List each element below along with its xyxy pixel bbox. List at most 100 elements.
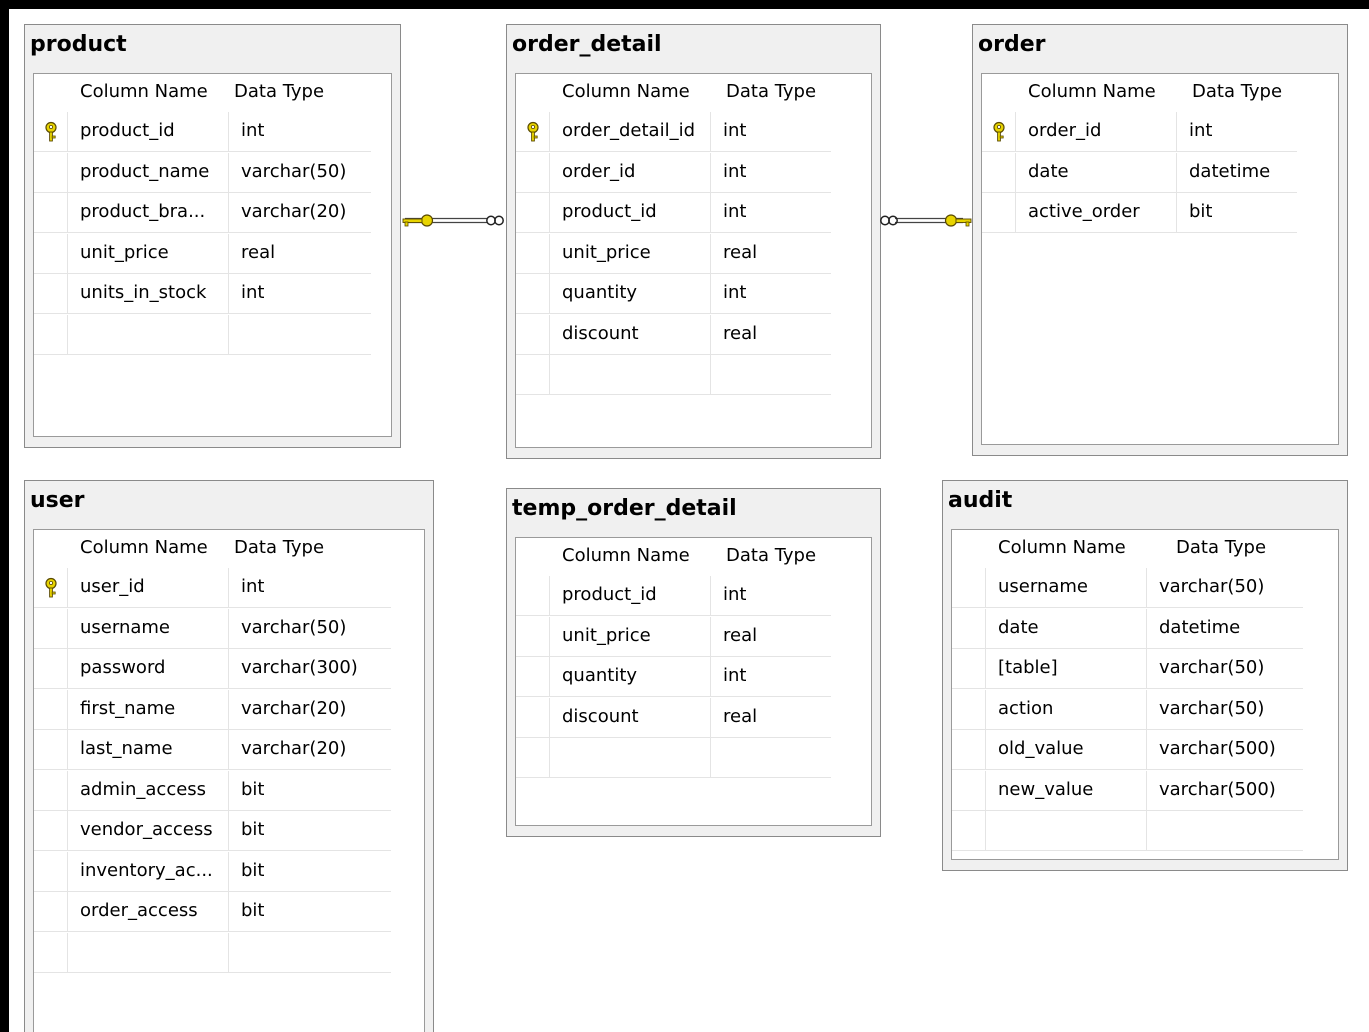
column-name-cell[interactable]: unit_price — [68, 233, 229, 273]
column-name-cell[interactable]: date — [986, 608, 1147, 648]
column-row[interactable] — [34, 932, 391, 973]
table-temp-order-detail[interactable]: temp_order_detail Column Name Data Type pr… — [506, 488, 881, 837]
row-selector[interactable] — [516, 355, 550, 394]
row-selector[interactable] — [34, 193, 68, 232]
column-name-cell[interactable] — [68, 932, 229, 972]
data-type-cell[interactable]: int — [711, 193, 831, 232]
row-selector[interactable] — [34, 608, 68, 648]
column-row[interactable]: units_in_stock int — [34, 274, 371, 314]
row-selector[interactable] — [516, 657, 550, 696]
data-type-cell[interactable]: varchar(20) — [229, 730, 391, 769]
row-selector[interactable] — [34, 568, 68, 607]
column-row[interactable]: old_value varchar(500) — [952, 730, 1303, 770]
column-row[interactable]: discount real — [516, 314, 831, 355]
column-name-cell[interactable]: username — [986, 568, 1147, 607]
row-selector[interactable] — [952, 811, 986, 850]
data-type-cell[interactable] — [711, 738, 831, 777]
data-type-cell[interactable]: int — [711, 274, 831, 313]
table-product[interactable]: product Column Name Data Type product_id in… — [24, 24, 401, 448]
column-name-cell[interactable]: product_bra... — [68, 193, 229, 232]
column-row[interactable]: vendor_access bit — [34, 811, 391, 851]
column-name-cell[interactable]: discount — [550, 697, 711, 737]
row-selector[interactable] — [982, 193, 1016, 232]
column-name-cell[interactable]: order_detail_id — [550, 112, 711, 151]
data-type-cell[interactable]: int — [711, 112, 831, 151]
column-row[interactable]: inventory_ac... bit — [34, 851, 391, 892]
column-row[interactable]: order_id int — [982, 112, 1297, 152]
column-name-cell[interactable]: inventory_ac... — [68, 851, 229, 891]
data-type-cell[interactable]: datetime — [1177, 153, 1297, 192]
column-name-cell[interactable]: quantity — [550, 274, 711, 313]
column-row[interactable]: product_bra... varchar(20) — [34, 193, 371, 233]
column-name-cell[interactable]: [table] — [986, 649, 1147, 688]
row-selector[interactable] — [34, 274, 68, 313]
column-row[interactable]: order_detail_id int — [516, 112, 831, 152]
row-selector[interactable] — [34, 892, 68, 931]
column-name-cell[interactable]: order_access — [68, 892, 229, 931]
column-name-cell[interactable]: units_in_stock — [68, 274, 229, 313]
column-name-cell[interactable] — [550, 355, 711, 394]
data-type-cell[interactable]: varchar(50) — [1147, 649, 1303, 688]
data-type-cell[interactable] — [1147, 811, 1303, 850]
column-name-cell[interactable]: old_value — [986, 730, 1147, 769]
data-type-cell[interactable]: int — [711, 576, 831, 615]
row-selector[interactable] — [34, 233, 68, 273]
data-type-cell[interactable]: varchar(20) — [229, 690, 391, 729]
data-type-cell[interactable]: bit — [1177, 193, 1297, 232]
data-type-cell[interactable]: int — [1177, 112, 1297, 151]
column-name-cell[interactable]: product_name — [68, 152, 229, 192]
row-selector[interactable] — [34, 851, 68, 891]
data-type-cell[interactable]: bit — [229, 771, 391, 810]
column-row[interactable]: username varchar(50) — [34, 608, 391, 649]
column-row[interactable]: order_access bit — [34, 892, 391, 932]
column-row[interactable] — [34, 314, 371, 355]
row-selector[interactable] — [952, 649, 986, 688]
column-name-cell[interactable] — [986, 811, 1147, 850]
column-row[interactable]: new_value varchar(500) — [952, 770, 1303, 811]
data-type-cell[interactable]: real — [711, 315, 831, 354]
column-name-cell[interactable]: first_name — [68, 689, 229, 729]
column-name-cell[interactable]: quantity — [550, 657, 711, 696]
column-name-cell[interactable]: product_id — [68, 112, 229, 151]
row-selector[interactable] — [982, 152, 1016, 192]
row-selector[interactable] — [516, 233, 550, 273]
column-name-cell[interactable]: product_id — [550, 193, 711, 232]
data-type-cell[interactable]: real — [711, 617, 831, 656]
data-type-cell[interactable] — [711, 355, 831, 394]
row-selector[interactable] — [34, 811, 68, 850]
column-name-cell[interactable] — [550, 738, 711, 777]
data-type-cell[interactable]: varchar(500) — [1147, 730, 1303, 769]
column-name-cell[interactable]: new_value — [986, 770, 1147, 810]
data-type-cell[interactable]: varchar(50) — [1147, 568, 1303, 607]
column-name-cell[interactable]: password — [68, 649, 229, 688]
column-name-cell[interactable]: vendor_access — [68, 811, 229, 850]
data-type-cell[interactable]: varchar(50) — [1147, 690, 1303, 729]
data-type-cell[interactable]: real — [711, 698, 831, 737]
table-user[interactable]: user Column Name Data Type user_id int usern… — [24, 480, 434, 1032]
column-row[interactable]: first_name varchar(20) — [34, 689, 391, 730]
row-selector[interactable] — [34, 730, 68, 769]
table-order-detail[interactable]: order_detail Column Name Data Type order_d… — [506, 24, 881, 459]
column-row[interactable] — [516, 738, 831, 778]
row-selector[interactable] — [34, 770, 68, 810]
column-row[interactable]: unit_price real — [34, 233, 371, 274]
column-name-cell[interactable]: username — [68, 608, 229, 648]
row-selector[interactable] — [516, 152, 550, 192]
data-type-cell[interactable]: bit — [229, 852, 391, 891]
data-type-cell[interactable]: varchar(20) — [229, 193, 371, 232]
column-name-cell[interactable]: admin_access — [68, 770, 229, 810]
row-selector[interactable] — [516, 697, 550, 737]
column-name-cell[interactable]: order_id — [550, 152, 711, 192]
row-selector[interactable] — [952, 568, 986, 607]
data-type-cell[interactable]: real — [711, 234, 831, 273]
column-row[interactable]: product_name varchar(50) — [34, 152, 371, 193]
column-row[interactable]: action varchar(50) — [952, 689, 1303, 730]
data-type-cell[interactable]: varchar(50) — [229, 153, 371, 192]
column-row[interactable]: username varchar(50) — [952, 568, 1303, 608]
data-type-cell[interactable]: bit — [229, 811, 391, 850]
data-type-cell[interactable]: int — [229, 274, 371, 313]
relationship-order-order-detail[interactable] — [879, 209, 973, 233]
data-type-cell[interactable]: int — [229, 112, 371, 151]
column-row[interactable]: unit_price real — [516, 616, 831, 657]
table-audit[interactable]: audit Column Name Data Type username varcha… — [942, 480, 1348, 871]
